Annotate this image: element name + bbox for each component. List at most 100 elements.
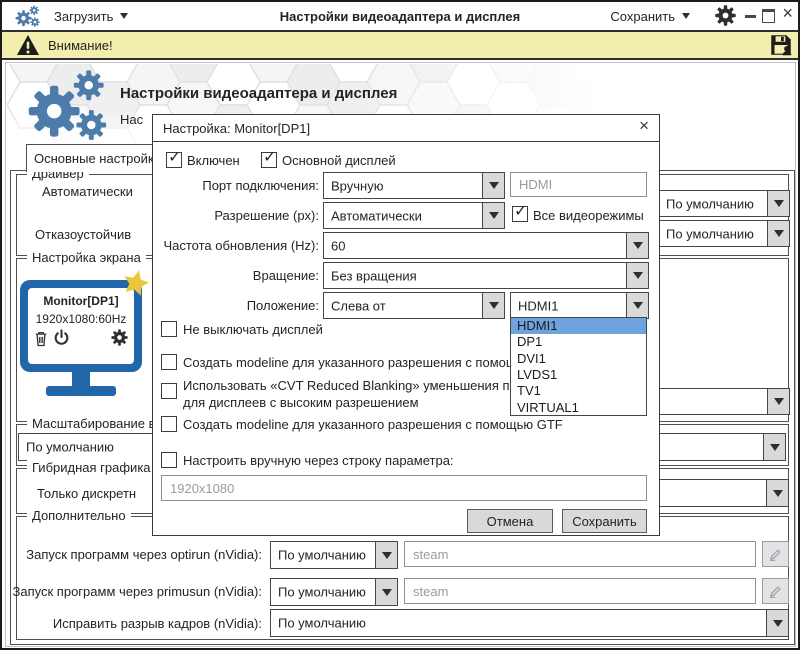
- save-menu-button[interactable]: Сохранить: [610, 2, 690, 30]
- group-hybrid-legend: Гибридная графика: [27, 460, 156, 475]
- window-title: Настройки видеоадаптера и дисплея: [200, 9, 600, 24]
- dropdown-arrow: [626, 293, 648, 318]
- save-all-icon[interactable]: [768, 32, 794, 63]
- driver-row2-select[interactable]: По умолчанию: [658, 220, 790, 247]
- modeline-cvt-label: Создать modeline для указанного разрешен…: [183, 355, 523, 370]
- group-extra-legend: Дополнительно: [27, 508, 131, 523]
- dropdown-arrow: [767, 191, 789, 216]
- power-icon[interactable]: [53, 329, 70, 351]
- extra-row1-label: Запуск программ через optirun (nVidia):: [26, 547, 262, 562]
- settings-gear-icon[interactable]: [715, 5, 736, 31]
- dropdown-arrow: [482, 173, 504, 198]
- screen-right-select[interactable]: [658, 388, 790, 415]
- primary-display-label: Основной дисплей: [282, 153, 396, 168]
- modeline-gtf-label: Создать modeline для указанного разрешен…: [183, 417, 563, 432]
- dropdown-option[interactable]: DP1: [511, 334, 646, 350]
- page-subtitle-fragment: Нас: [120, 112, 143, 127]
- driver-row1-select[interactable]: По умолчанию: [658, 190, 790, 217]
- chevron-down-icon: [120, 13, 128, 19]
- manual-config-label: Настроить вручную через строку параметра…: [183, 453, 454, 468]
- refresh-select[interactable]: 60: [323, 232, 649, 259]
- chevron-down-icon: [682, 13, 690, 19]
- dropdown-arrow: [375, 579, 397, 605]
- close-button[interactable]: ×: [782, 3, 793, 24]
- dropdown-arrow: [375, 542, 397, 568]
- dropdown-option[interactable]: VIRTUAL1: [511, 400, 646, 416]
- extra-row2-edit-button[interactable]: [762, 578, 789, 604]
- manual-config-checkbox[interactable]: [161, 452, 177, 468]
- tab-main-settings[interactable]: Основные настройки: [26, 144, 153, 172]
- rotation-label: Вращение:: [253, 268, 319, 283]
- extra-row2-select-value: По умолчанию: [278, 585, 366, 600]
- extra-row1-select-value: По умолчанию: [278, 548, 366, 563]
- dropdown-option[interactable]: LVDS1: [511, 367, 646, 383]
- extra-row2-select[interactable]: По умолчанию: [270, 578, 398, 606]
- extra-row2-field[interactable]: [404, 578, 756, 604]
- dropdown-arrow: [767, 389, 789, 414]
- manual-config-field[interactable]: [161, 475, 647, 501]
- all-modes-label: Все видеорежимы: [533, 208, 644, 223]
- cancel-button[interactable]: Отмена: [467, 509, 553, 533]
- extra-row1-field[interactable]: [404, 541, 756, 567]
- no-display-off-checkbox[interactable]: [161, 321, 177, 337]
- driver-row2-label: Отказоустойчив: [35, 227, 131, 242]
- position-label: Положение:: [247, 298, 319, 313]
- rotation-select[interactable]: Без вращения: [323, 262, 649, 289]
- dropdown-arrow: [626, 233, 648, 258]
- all-modes-checkbox[interactable]: [512, 206, 528, 222]
- dropdown-option[interactable]: HDMI1: [511, 318, 646, 334]
- port-field[interactable]: [510, 172, 647, 197]
- hybrid-label-fragment: Только дискретн: [37, 486, 136, 501]
- monitor-settings-dialog: Настройка: Monitor[DP1] × Включен Основн…: [152, 114, 660, 536]
- extra-row1-select[interactable]: По умолчанию: [270, 541, 398, 569]
- warning-triangle-icon: [16, 34, 40, 61]
- primary-display-checkbox[interactable]: [261, 152, 277, 168]
- extra-row3-label: Исправить разрыв кадров (nVidia):: [53, 616, 262, 631]
- port-label: Порт подключения:: [202, 178, 319, 193]
- extra-row2-label: Запуск программ через primusun (nVidia):: [13, 584, 262, 599]
- trash-icon[interactable]: [34, 330, 48, 352]
- minimize-button[interactable]: [745, 15, 756, 18]
- dialog-close-icon[interactable]: ×: [639, 116, 649, 136]
- monitor-gear-icon[interactable]: [111, 329, 128, 351]
- app-logo-gears-icon: [14, 4, 42, 34]
- maximize-button[interactable]: [762, 9, 775, 23]
- position-target-value: HDMI1: [518, 298, 558, 313]
- dropdown-option[interactable]: TV1: [511, 383, 646, 399]
- save-menu-label: Сохранить: [610, 9, 675, 24]
- position-target-dropdown-list: HDMI1 DP1 DVI1 LVDS1 TV1 VIRTUAL1: [510, 317, 647, 416]
- modeline-gtf-checkbox[interactable]: [161, 416, 177, 432]
- dropdown-arrow: [767, 221, 789, 246]
- dropdown-arrow: [766, 480, 788, 506]
- driver-row2-value: По умолчанию: [666, 226, 754, 241]
- enabled-label: Включен: [187, 153, 240, 168]
- extra-row3-select[interactable]: По умолчанию: [270, 609, 789, 637]
- enabled-checkbox[interactable]: [166, 152, 182, 168]
- load-menu-button[interactable]: Загрузить: [54, 2, 128, 30]
- dropdown-arrow: [763, 434, 785, 460]
- cvt-reduced-blanking-checkbox[interactable]: [161, 383, 177, 399]
- group-scaling-legend: Масштабирование вы: [27, 416, 170, 431]
- dialog-title: Настройка: Monitor[DP1]: [163, 121, 310, 136]
- tab-label: Основные настройки: [34, 151, 161, 166]
- dropdown-arrow: [626, 263, 648, 288]
- no-display-off-label: Не выключать дисплей: [183, 322, 323, 337]
- extra-row1-edit-button[interactable]: [762, 541, 789, 567]
- dropdown-option[interactable]: DVI1: [511, 351, 646, 367]
- group-screen-legend: Настройка экрана: [27, 250, 146, 265]
- position-target-select[interactable]: HDMI1: [510, 292, 649, 319]
- driver-row1-label: Автоматически: [42, 184, 133, 199]
- modeline-cvt-checkbox[interactable]: [161, 354, 177, 370]
- port-value: Вручную: [331, 178, 383, 193]
- dropdown-arrow: [482, 293, 504, 318]
- dropdown-arrow: [482, 203, 504, 228]
- save-button[interactable]: Сохранить: [562, 509, 647, 533]
- resolution-select[interactable]: Автоматически: [323, 202, 505, 229]
- position-select[interactable]: Слева от: [323, 292, 505, 319]
- driver-row1-value: По умолчанию: [666, 196, 754, 211]
- application-window: Загрузить Настройки видеоадаптера и дисп…: [0, 0, 800, 650]
- cvt-reduced-blanking-label-line2: для дисплеев с высоким разрешением: [183, 395, 419, 410]
- port-select[interactable]: Вручную: [323, 172, 505, 199]
- refresh-label: Частота обновления (Hz):: [163, 238, 319, 253]
- titlebar: Загрузить Настройки видеоадаптера и дисп…: [2, 2, 798, 32]
